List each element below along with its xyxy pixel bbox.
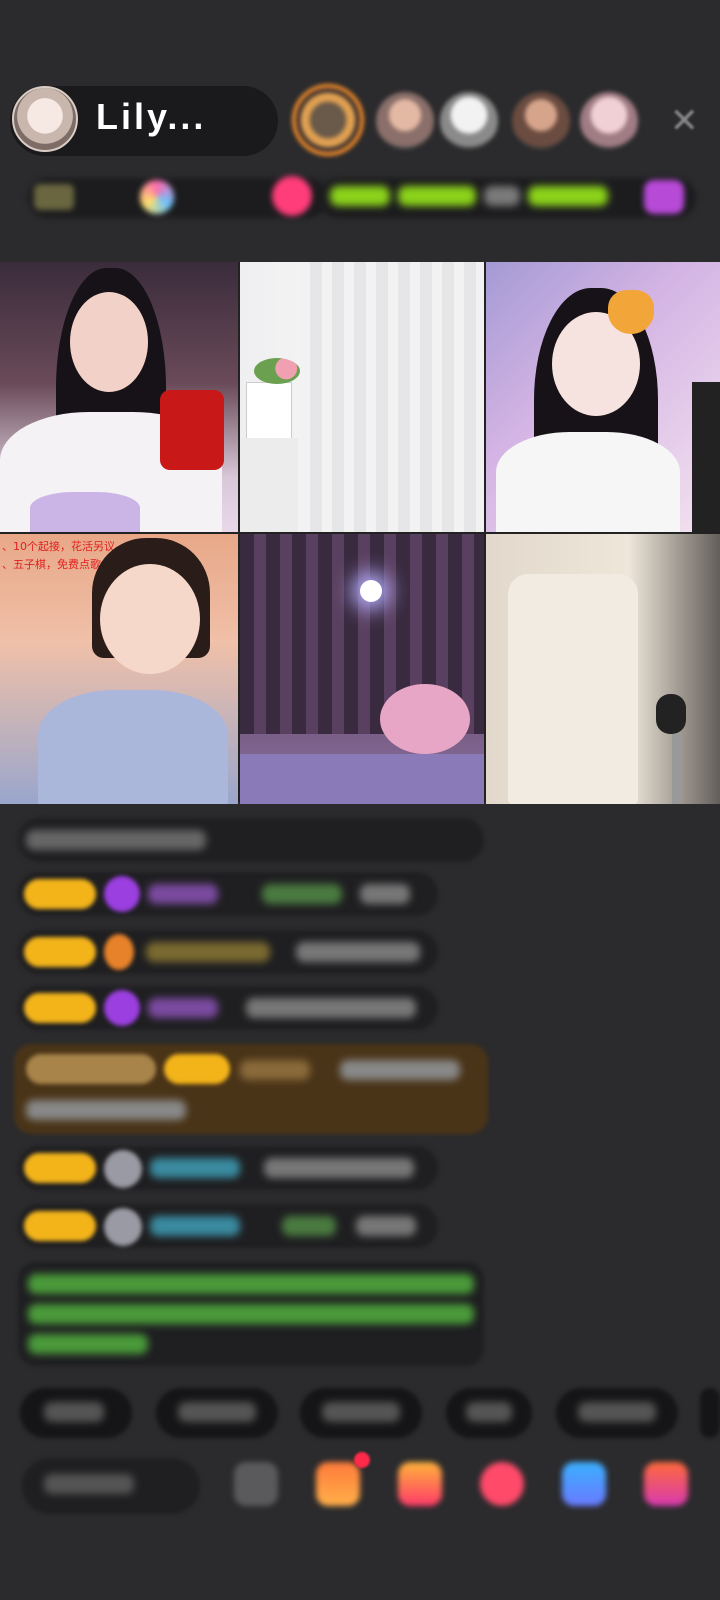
avatar [104, 1150, 142, 1188]
chair [508, 574, 638, 804]
viewer-avatar[interactable] [512, 92, 570, 150]
video-cell[interactable] [486, 262, 720, 532]
flower-vase [246, 382, 292, 444]
chip-text [44, 1402, 104, 1422]
gift-box-icon[interactable] [398, 1462, 442, 1506]
notice-text [28, 1334, 148, 1354]
flowers [254, 358, 300, 384]
chat-text [240, 1060, 310, 1080]
gift-icon [104, 876, 140, 912]
chat-text [26, 1100, 186, 1120]
chat-text [282, 1216, 336, 1236]
level-badge [24, 937, 96, 967]
level-badge [24, 993, 96, 1023]
close-icon[interactable]: ✕ [670, 104, 699, 138]
live-badge-icon[interactable] [272, 176, 312, 216]
chip-text [322, 1402, 400, 1422]
viewer-avatar[interactable] [440, 92, 498, 150]
level-badge [24, 879, 96, 909]
chat-text [360, 884, 410, 904]
gift-icon[interactable] [644, 1462, 688, 1506]
microphone-icon [656, 694, 686, 734]
notice-text [28, 1274, 474, 1294]
cell-overlay-text: 、10个起接，花活另议 [2, 540, 115, 553]
floor [240, 754, 484, 804]
level-badge [24, 1211, 96, 1241]
cell-overlay-text: 、五子棋，免费点歌 [2, 558, 101, 571]
chat-text [262, 884, 342, 904]
task-text [398, 186, 476, 206]
notification-dot [354, 1452, 370, 1468]
pink-decoration [380, 684, 470, 754]
streamer-clothing [38, 690, 228, 804]
emoji-icon[interactable] [234, 1462, 278, 1506]
task-text [528, 186, 608, 206]
share-icon[interactable] [562, 1462, 606, 1506]
vip-badge [26, 1054, 156, 1084]
avatar [104, 1208, 142, 1246]
mic-stand [672, 734, 682, 804]
viewer-avatar[interactable] [580, 92, 638, 150]
quick-chip[interactable] [700, 1388, 720, 1438]
streamer-face [70, 292, 148, 392]
fan-badge-icon [140, 180, 174, 214]
level-badge [24, 1153, 96, 1183]
video-cell[interactable] [240, 534, 484, 804]
level-badge [164, 1054, 230, 1084]
video-cell[interactable] [0, 262, 238, 532]
shelf [240, 438, 298, 532]
viewer-avatar[interactable] [292, 84, 364, 156]
chat-text [264, 1158, 414, 1178]
chat-text [26, 830, 206, 850]
window-curtain [300, 262, 484, 532]
pk-icon[interactable] [316, 1462, 360, 1506]
heart-icon[interactable] [480, 1462, 524, 1506]
video-cell[interactable] [240, 262, 484, 532]
comment-placeholder [44, 1474, 134, 1494]
chip-text [578, 1402, 656, 1422]
chat-text [150, 1216, 240, 1236]
task-text [484, 186, 520, 206]
chip-text [466, 1402, 512, 1422]
chat-text [340, 1060, 460, 1080]
chat-text [356, 1216, 416, 1236]
video-grid: 、10个起接，花活另议 、五子棋，免费点歌 [0, 262, 720, 804]
notice-text [28, 1304, 474, 1324]
shelf [692, 382, 720, 532]
gift-icon[interactable] [644, 180, 684, 214]
chat-text [146, 942, 270, 962]
video-cell[interactable]: 、10个起接，花活另议 、五子棋，免费点歌 [0, 534, 238, 804]
host-name[interactable]: Lily... [96, 96, 206, 138]
host-avatar[interactable] [12, 86, 78, 152]
chat-text [148, 884, 218, 904]
streamer-face [100, 564, 200, 674]
streamer-clothing [30, 492, 140, 532]
chat-text [148, 998, 218, 1018]
gift-icon [104, 990, 140, 1026]
rank-icon [34, 184, 74, 210]
chair-back [160, 390, 224, 470]
task-text [330, 186, 390, 206]
chip-text [178, 1402, 256, 1422]
chat-text [296, 942, 420, 962]
gift-icon [104, 934, 134, 970]
fox-sticker-icon [608, 290, 654, 334]
chat-text [246, 998, 416, 1018]
video-cell[interactable] [486, 534, 720, 804]
ceiling-light [360, 580, 382, 602]
viewer-avatar[interactable] [376, 92, 434, 150]
chat-text [150, 1158, 240, 1178]
streamer-clothing [496, 432, 680, 532]
